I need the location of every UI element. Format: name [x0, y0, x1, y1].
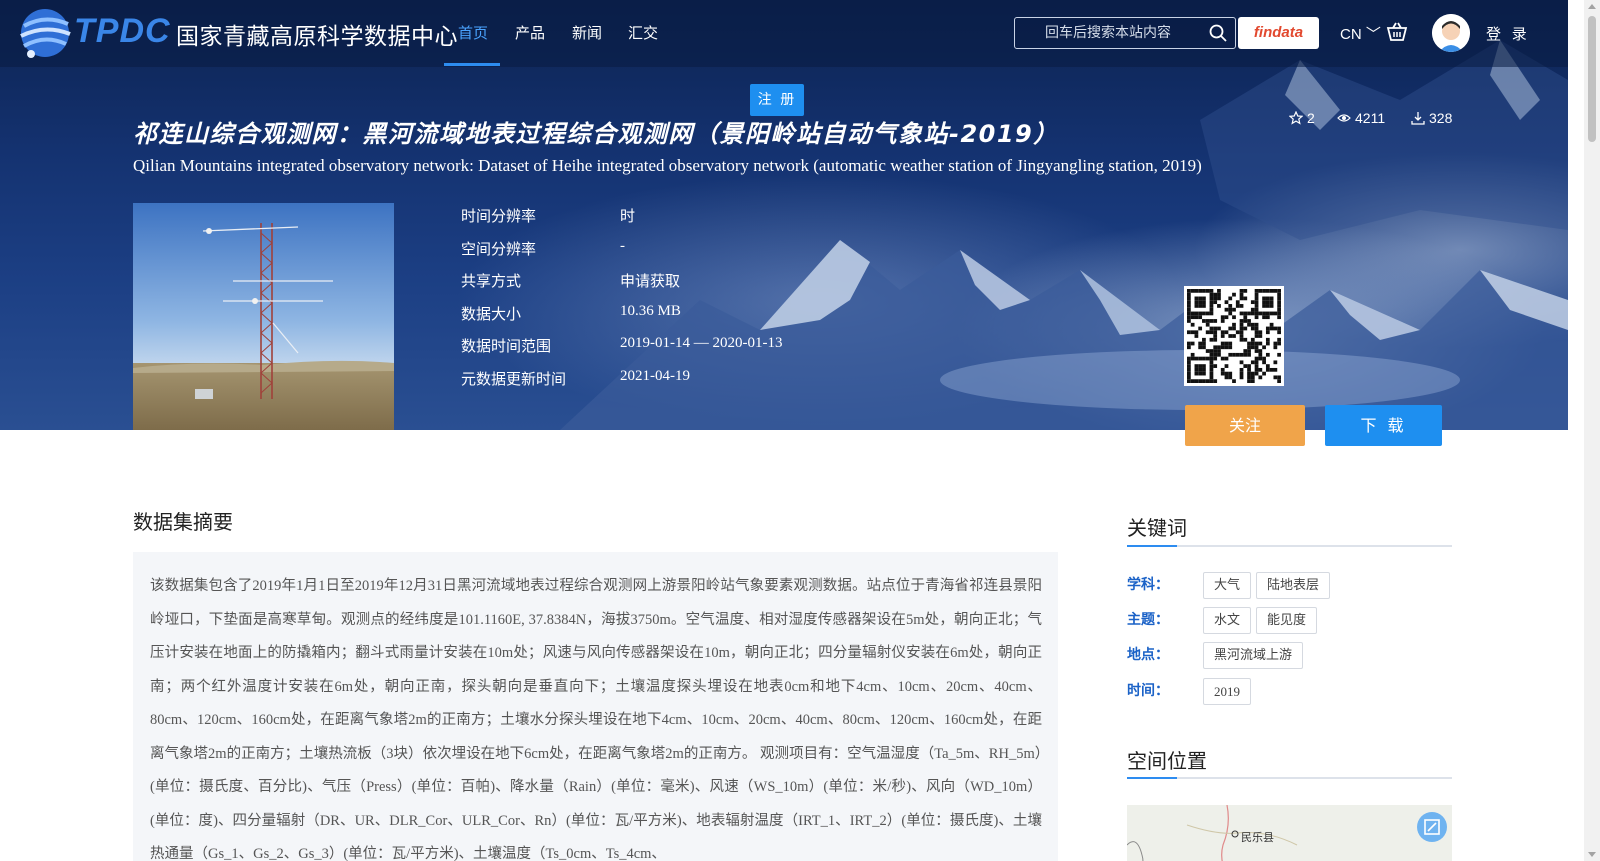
- follow-button[interactable]: 关注: [1185, 405, 1305, 446]
- keyword-tag[interactable]: 陆地表层: [1256, 572, 1331, 599]
- scroll-up-arrow[interactable]: [1588, 4, 1596, 9]
- meta-value-temporal-resolution: 时: [620, 209, 636, 225]
- meta-label-spatial-resolution: 空间分辨率: [461, 240, 537, 258]
- keyword-tag[interactable]: 2019: [1203, 678, 1251, 705]
- scroll-thumb[interactable]: [1588, 16, 1596, 142]
- keyword-tag[interactable]: 水文: [1203, 607, 1252, 634]
- map-expand-button[interactable]: [1417, 812, 1447, 842]
- chevron-down-icon: ﹀: [1361, 26, 1381, 43]
- map-place-label: 民乐县: [1241, 831, 1274, 844]
- keyword-tag[interactable]: 黑河流域上游: [1203, 642, 1304, 669]
- download-icon: [1411, 112, 1425, 125]
- meta-label-temporal-resolution: 时间分辨率: [461, 207, 537, 225]
- page-scrollbar[interactable]: [1584, 0, 1600, 861]
- findata-link[interactable]: findata: [1238, 17, 1319, 49]
- abstract-box: 该数据集包含了2019年1月1日至2019年12月31日黑河流域地表过程综合观测…: [133, 552, 1058, 861]
- nav-products[interactable]: 产品: [515, 22, 545, 43]
- search-box: [1014, 17, 1236, 49]
- cart-icon[interactable]: [1386, 22, 1408, 42]
- qr-code-icon: [1187, 289, 1281, 383]
- eye-icon: [1337, 114, 1351, 122]
- expand-icon: [1424, 819, 1440, 835]
- meta-value-metadata-updated: 2021-04-19: [620, 368, 690, 384]
- keyword-label-discipline: 学科：: [1127, 577, 1169, 593]
- keyword-label-time: 时间：: [1127, 683, 1169, 699]
- map-roads: [1127, 805, 1298, 861]
- keyword-label-place: 地点：: [1127, 647, 1169, 663]
- keywords-heading: 关键词: [1127, 516, 1187, 540]
- user-avatar[interactable]: [1432, 14, 1470, 52]
- dataset-title-en: Qilian Mountains integrated observatory …: [133, 156, 1202, 175]
- qr-code: [1184, 286, 1284, 386]
- star-icon: [1289, 111, 1303, 125]
- keyword-tag[interactable]: 大气: [1203, 572, 1252, 599]
- spatial-divider: [1127, 777, 1452, 779]
- weather-tower-image: [133, 203, 394, 430]
- abstract-heading: 数据集摘要: [133, 510, 233, 534]
- nav-news[interactable]: 新闻: [572, 22, 602, 43]
- login-link[interactable]: 登 录: [1486, 23, 1530, 44]
- meta-label-sharing-mode: 共享方式: [461, 272, 522, 290]
- language-switch[interactable]: CN ﹀: [1340, 23, 1381, 44]
- dataset-title-cn: 祁连山综合观测网：黑河流域地表过程综合观测网（景阳岭站自动气象站-2019）: [133, 120, 1059, 148]
- nav-submit[interactable]: 汇交: [628, 22, 658, 43]
- meta-label-metadata-updated: 元数据更新时间: [461, 370, 567, 388]
- search-input[interactable]: [1015, 18, 1205, 48]
- download-count: 328: [1411, 110, 1452, 126]
- star-count-value: 2: [1307, 110, 1315, 126]
- abstract-text: 该数据集包含了2019年1月1日至2019年12月31日黑河流域地表过程综合观测…: [150, 578, 1042, 861]
- logo-abbr[interactable]: TPDC: [74, 12, 171, 51]
- meta-label-data-size: 数据大小: [461, 305, 522, 323]
- download-button[interactable]: 下 载: [1325, 405, 1442, 446]
- meta-value-sharing-mode: 申请获取: [620, 274, 681, 290]
- meta-value-time-range: 2019-01-14 — 2020-01-13: [620, 335, 783, 351]
- scroll-down-arrow[interactable]: [1588, 852, 1596, 857]
- keyword-label-theme: 主题：: [1127, 612, 1169, 628]
- meta-value-spatial-resolution: -: [620, 238, 625, 254]
- avatar-icon: [1432, 14, 1470, 52]
- logo-name[interactable]: 国家青藏高原科学数据中心: [176, 17, 458, 51]
- keyword-tag[interactable]: 能见度: [1256, 607, 1318, 634]
- meta-value-data-size: 10.36 MB: [620, 303, 681, 319]
- search-icon[interactable]: [1209, 24, 1227, 42]
- download-count-value: 328: [1429, 110, 1453, 126]
- view-count: 4211: [1337, 110, 1385, 126]
- location-map[interactable]: 民乐县: [1127, 805, 1452, 861]
- meta-label-time-range: 数据时间范围: [461, 337, 552, 355]
- nav-home[interactable]: 首页: [458, 22, 488, 43]
- keywords-divider: [1127, 545, 1452, 547]
- spatial-heading: 空间位置: [1127, 749, 1207, 773]
- nav-active-indicator: [444, 63, 500, 66]
- dataset-thumbnail: [133, 203, 394, 430]
- star-count[interactable]: 2: [1289, 110, 1315, 126]
- view-count-value: 4211: [1355, 110, 1386, 126]
- register-button[interactable]: 注 册: [750, 84, 804, 116]
- language-label: CN: [1340, 26, 1362, 43]
- logo-globe-icon[interactable]: [16, 4, 74, 62]
